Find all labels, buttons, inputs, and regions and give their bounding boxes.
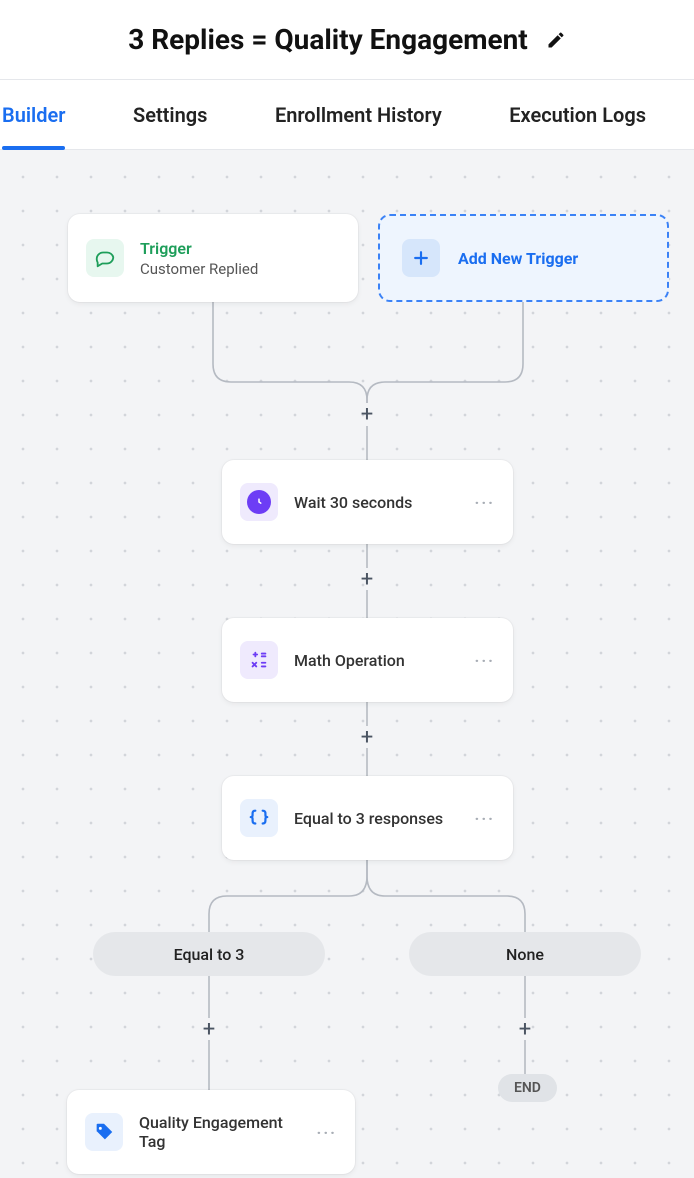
branch-equal-to-3[interactable]: Equal to 3 [93,932,325,976]
trigger-subtitle: Customer Replied [140,260,258,278]
add-trigger-label: Add New Trigger [458,249,578,268]
branch-none[interactable]: None [409,932,641,976]
math-node[interactable]: Math Operation ··· [222,618,513,702]
braces-icon [240,799,278,837]
add-new-trigger-button[interactable]: Add New Trigger [378,214,669,302]
tab-execution-logs[interactable]: Execution Logs [509,81,646,149]
more-icon[interactable]: ··· [461,493,495,512]
tab-builder[interactable]: Builder [2,81,65,149]
tag-label: Quality Engagement Tag [139,1113,303,1151]
add-step-icon[interactable]: + [356,568,378,590]
page-header: 3 Replies = Quality Engagement [0,0,694,80]
math-icon [240,641,278,679]
clock-icon [240,483,278,521]
trigger-title: Trigger [140,239,258,258]
math-label: Math Operation [294,651,405,670]
workflow-canvas[interactable]: + + + + + Trigger Customer Replied Add N… [0,150,694,1178]
wait-node[interactable]: Wait 30 seconds ··· [222,460,513,544]
page-title: 3 Replies = Quality Engagement [128,23,528,56]
add-step-icon[interactable]: + [356,726,378,748]
plus-icon [402,239,440,277]
more-icon[interactable]: ··· [461,809,495,828]
condition-node[interactable]: Equal to 3 responses ··· [222,776,513,860]
condition-label: Equal to 3 responses [294,809,443,828]
more-icon[interactable]: ··· [303,1123,337,1142]
add-step-icon[interactable]: + [514,1018,536,1040]
tab-settings[interactable]: Settings [133,81,207,149]
tab-enrollment-history[interactable]: Enrollment History [275,81,442,149]
more-icon[interactable]: ··· [461,651,495,670]
chat-icon [86,239,124,277]
add-step-icon[interactable]: + [356,403,378,425]
add-step-icon[interactable]: + [198,1018,220,1040]
tag-icon [85,1113,123,1151]
tag-node[interactable]: Quality Engagement Tag ··· [67,1090,355,1174]
end-node: END [498,1074,557,1102]
trigger-node[interactable]: Trigger Customer Replied [68,214,358,302]
wait-label: Wait 30 seconds [294,493,412,512]
tabs-bar: Builder Settings Enrollment History Exec… [0,80,694,150]
edit-icon[interactable] [546,30,566,50]
